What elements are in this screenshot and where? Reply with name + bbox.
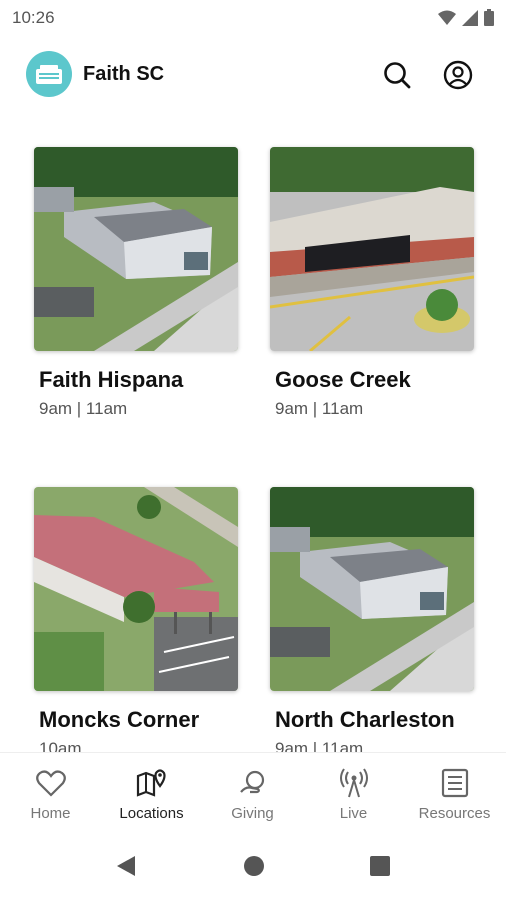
nav-item-resources[interactable]: Resources: [404, 753, 505, 833]
status-icons: [438, 9, 494, 26]
system-navigation: [0, 832, 506, 900]
location-card[interactable]: Goose Creek 9am | 11am: [270, 147, 474, 419]
giving-icon: [239, 770, 264, 794]
church-logo-icon[interactable]: [26, 51, 72, 97]
location-photo[interactable]: [270, 487, 474, 691]
back-triangle-icon: [117, 856, 135, 876]
status-bar: 10:26: [0, 0, 506, 36]
nav-label: Live: [339, 805, 368, 822]
search-button[interactable]: [380, 58, 414, 92]
service-times: 9am | 11am: [39, 399, 128, 418]
status-time: 10:26: [12, 8, 55, 27]
location-card[interactable]: North Charleston 9am | 11am: [270, 487, 474, 759]
location-photo[interactable]: [34, 487, 238, 691]
bottom-navigation: Home Locations Giving Live Resources: [0, 752, 506, 832]
recents-square-icon: [370, 856, 390, 876]
broadcast-icon: [339, 768, 368, 798]
location-name: Faith Hispana: [39, 367, 184, 392]
nav-item-live[interactable]: Live: [303, 753, 404, 833]
search-icon: [384, 62, 411, 89]
location-photo[interactable]: [270, 147, 474, 351]
location-name: Goose Creek: [275, 367, 411, 392]
location-card[interactable]: Faith Hispana 9am | 11am: [34, 147, 238, 419]
back-button[interactable]: [112, 852, 140, 880]
nav-item-giving[interactable]: Giving: [202, 753, 303, 833]
app-title: Faith SC: [83, 63, 165, 85]
recents-button[interactable]: [366, 852, 394, 880]
home-circle-icon: [244, 856, 264, 876]
app-header: Faith SC: [0, 48, 506, 102]
nav-label: Home: [30, 805, 71, 822]
nav-label: Resources: [418, 805, 491, 822]
location-name: North Charleston: [275, 707, 455, 732]
profile-button[interactable]: [441, 58, 475, 92]
map-pin-icon: [136, 769, 166, 797]
location-name: Moncks Corner: [39, 707, 200, 732]
home-button[interactable]: [240, 852, 268, 880]
heart-icon: [35, 770, 66, 797]
location-photo[interactable]: [34, 147, 238, 351]
cellular-signal-icon: [462, 9, 478, 26]
nav-item-home[interactable]: Home: [0, 753, 101, 833]
nav-label: Giving: [231, 805, 274, 822]
battery-icon: [484, 9, 494, 26]
location-card[interactable]: Moncks Corner 10am: [34, 487, 238, 759]
nav-item-locations[interactable]: Locations: [101, 753, 202, 833]
service-times: 9am | 11am: [275, 399, 364, 418]
wifi-icon: [438, 10, 456, 25]
account-icon: [443, 60, 473, 90]
document-icon: [441, 768, 468, 798]
nav-label: Locations: [119, 805, 184, 822]
